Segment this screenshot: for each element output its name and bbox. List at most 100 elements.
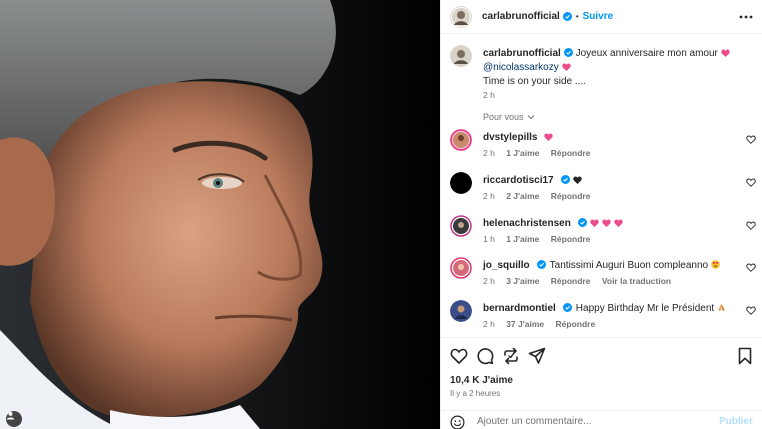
comment-reply-button[interactable]: Répondre [551, 276, 591, 286]
praying-hands-emoji-icon [718, 303, 725, 312]
commenter-username[interactable]: helenachristensen [483, 218, 571, 229]
heart-eyes-emoji-icon [711, 260, 720, 269]
comment-item: jo_squillo Tantissimi Auguri Buon complea… [450, 257, 760, 291]
comment-item: helenachristensen 1 h 1 J'aime Répondre [450, 215, 760, 249]
commenter-avatar[interactable] [450, 129, 472, 151]
caption-author-avatar[interactable] [450, 45, 472, 67]
comment-likes-count[interactable]: 1 J'aime [506, 234, 539, 244]
comment-text-line: dvstylepills [483, 132, 554, 144]
caption-body: carlabrunofficial Joyeux anniversaire mo… [483, 47, 743, 103]
comment-text-line: riccardotisci17 [483, 175, 582, 187]
author-username[interactable]: carlabrunofficial [482, 11, 560, 22]
comment-time[interactable]: 2 h [483, 148, 495, 158]
avatar-image [450, 45, 472, 67]
comment-likes-count[interactable]: 3 J'aime [506, 276, 539, 286]
post-timestamp[interactable]: Il y a 2 heures [450, 389, 500, 398]
comment-like-heart-icon[interactable] [746, 221, 756, 230]
header-separator: • [575, 12, 579, 21]
commenter-avatar[interactable] [450, 215, 472, 237]
comment-time[interactable]: 2 h [483, 191, 495, 201]
commenter-username[interactable]: jo_squillo [483, 260, 530, 271]
pink-heart-emoji-icon [544, 133, 554, 141]
comment-input[interactable] [477, 414, 697, 429]
comment-sort-dropdown[interactable]: Pour vous [483, 112, 535, 122]
comment-text: Happy Birthday Mr le Président [575, 303, 715, 314]
comment-reply-button[interactable]: Répondre [551, 191, 591, 201]
comment-time[interactable]: 2 h [483, 319, 495, 329]
tagged-users-button[interactable] [6, 411, 22, 427]
emoji-smiley-icon[interactable] [450, 415, 465, 429]
pink-heart-emoji-icon [614, 219, 623, 227]
comment-item: dvstylepills 2 h 1 J'aime Répondre [450, 129, 760, 163]
black-heart-emoji-icon [572, 176, 582, 184]
comment-item: riccardotisci17 2 h 2 J'aime Répondre [450, 172, 760, 206]
action-bar [450, 347, 754, 365]
caption-text-line2: Time is on your side .... [483, 76, 586, 87]
post-actions: 10,4 K J'aime Il y a 2 heures Publier [441, 337, 762, 429]
comment-like-heart-icon[interactable] [746, 306, 756, 315]
avatar-image [450, 257, 472, 279]
pink-heart-emoji-icon [590, 219, 599, 227]
comments-section[interactable]: carlabrunofficial Joyeux anniversaire mo… [441, 35, 762, 337]
comment-bubble-icon[interactable] [476, 347, 494, 365]
author-avatar[interactable] [450, 5, 472, 28]
comment-likes-count[interactable]: 2 J'aime [506, 191, 539, 201]
share-send-icon[interactable] [528, 347, 546, 365]
comment-meta: 1 h 1 J'aime Répondre [483, 234, 590, 245]
caption-username[interactable]: carlabrunofficial [483, 48, 561, 59]
comment-like-heart-icon[interactable] [746, 263, 756, 272]
commenter-username[interactable]: riccardotisci17 [483, 175, 554, 186]
post-photo[interactable] [0, 0, 440, 429]
comment-item: bernardmontiel Happy Birthday Mr le Prési… [450, 300, 760, 334]
pink-heart-emoji-icon [721, 49, 730, 57]
verified-badge-icon [562, 12, 572, 21]
verified-badge-icon [562, 303, 572, 312]
user-icon [6, 411, 15, 420]
instagram-post-modal: carlabrunofficial • Suivre carlabrunoffi… [0, 0, 762, 429]
publish-comment-button[interactable]: Publier [719, 416, 753, 427]
caption-mention-link[interactable]: @nicolassarkozy [483, 62, 559, 73]
comment-likes-count[interactable]: 37 J'aime [506, 319, 544, 329]
caption-time[interactable]: 2 h [483, 90, 495, 100]
repost-icon[interactable] [502, 347, 520, 365]
verified-badge-icon [536, 260, 546, 269]
portrait-image [0, 0, 440, 429]
pink-heart-emoji-icon [602, 219, 611, 227]
comment-reply-button[interactable]: Répondre [556, 319, 596, 329]
bookmark-save-icon[interactable] [736, 347, 754, 365]
comment-meta: 2 h 1 J'aime Répondre [483, 148, 590, 159]
follow-button[interactable]: Suivre [583, 11, 614, 22]
chevron-down-icon [527, 115, 534, 120]
comment-meta: 2 h 3 J'aime Répondre Voir la traduction [483, 276, 671, 287]
post-side-panel: carlabrunofficial • Suivre carlabrunoffi… [440, 0, 762, 429]
add-comment-bar: Publier [441, 410, 762, 429]
commenter-avatar[interactable] [450, 300, 472, 322]
avatar-image [450, 215, 472, 237]
comment-text-line: bernardmontiel Happy Birthday Mr le Prési… [483, 303, 726, 315]
comment-text: Tantissimi Auguri Buon compleanno [549, 260, 709, 271]
avatar-image [450, 300, 472, 322]
see-translation-button[interactable]: Voir la traduction [602, 276, 671, 286]
caption-text: Joyeux anniversaire mon amour [575, 48, 718, 59]
comment-sort-label: Pour vous [483, 112, 524, 122]
like-heart-icon[interactable] [450, 347, 468, 365]
comment-meta: 2 h 37 J'aime Répondre [483, 319, 595, 330]
pink-heart-emoji-icon [562, 63, 571, 71]
avatar-image [450, 129, 472, 151]
comment-like-heart-icon[interactable] [746, 178, 756, 187]
comment-like-heart-icon[interactable] [746, 135, 756, 144]
commenter-avatar[interactable] [450, 172, 472, 194]
comment-time[interactable]: 1 h [483, 234, 495, 244]
avatar-image [450, 5, 472, 28]
comment-time[interactable]: 2 h [483, 276, 495, 286]
commenter-username[interactable]: dvstylepills [483, 132, 537, 143]
comment-reply-button[interactable]: Répondre [551, 234, 591, 244]
more-horizontal-icon[interactable] [739, 11, 753, 23]
comment-likes-count[interactable]: 1 J'aime [506, 148, 539, 158]
commenter-avatar[interactable] [450, 257, 472, 279]
avatar-image [450, 172, 472, 194]
comment-reply-button[interactable]: Répondre [551, 148, 591, 158]
comment-text-line: helenachristensen [483, 218, 623, 230]
commenter-username[interactable]: bernardmontiel [483, 303, 556, 314]
post-likes-count[interactable]: 10,4 K J'aime [450, 375, 513, 386]
